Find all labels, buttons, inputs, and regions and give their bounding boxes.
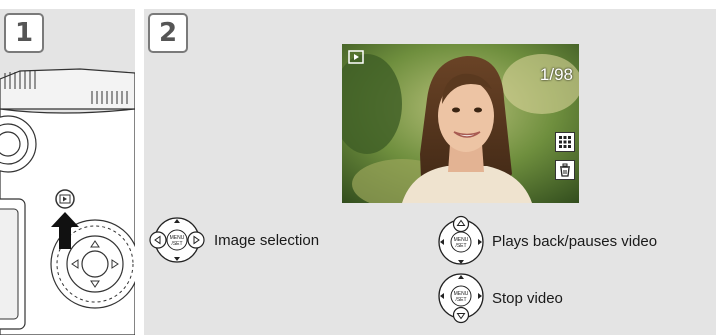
svg-text:/SET: /SET bbox=[455, 243, 466, 249]
frame-counter: 1/98 bbox=[539, 65, 573, 84]
step-number-badge: 1 bbox=[4, 13, 44, 53]
dial-left-right-icon: MENU /SET bbox=[149, 217, 205, 263]
instruction-play-pause: MENU /SET Plays back/pauses video bbox=[436, 215, 657, 267]
instruction-image-selection: MENU /SET Image selection bbox=[146, 215, 319, 265]
instruction-stop-video: MENU /SET Stop video bbox=[436, 271, 563, 325]
instruction-label: Image selection bbox=[214, 231, 320, 249]
step-1-panel: 1 bbox=[0, 9, 135, 335]
dial-up-icon: MENU /SET bbox=[438, 215, 484, 265]
step-number-badge: 2 bbox=[148, 13, 188, 53]
dial-down-icon: MENU /SET bbox=[438, 273, 484, 324]
svg-text:/SET: /SET bbox=[455, 297, 466, 303]
instruction-label: Stop video bbox=[492, 289, 563, 307]
svg-text:/SET: /SET bbox=[171, 241, 182, 247]
camera-back-illustration bbox=[0, 9, 135, 335]
playback-mode-icon bbox=[348, 50, 364, 64]
instruction-label: Plays back/pauses video bbox=[492, 232, 658, 250]
thumbnail-grid-icon bbox=[555, 132, 575, 152]
playback-screen: 1/98 bbox=[342, 44, 579, 203]
step-2-panel: 2 1/98 MENU /SET Image selection MENU /S… bbox=[144, 9, 716, 335]
trash-icon bbox=[555, 160, 575, 180]
